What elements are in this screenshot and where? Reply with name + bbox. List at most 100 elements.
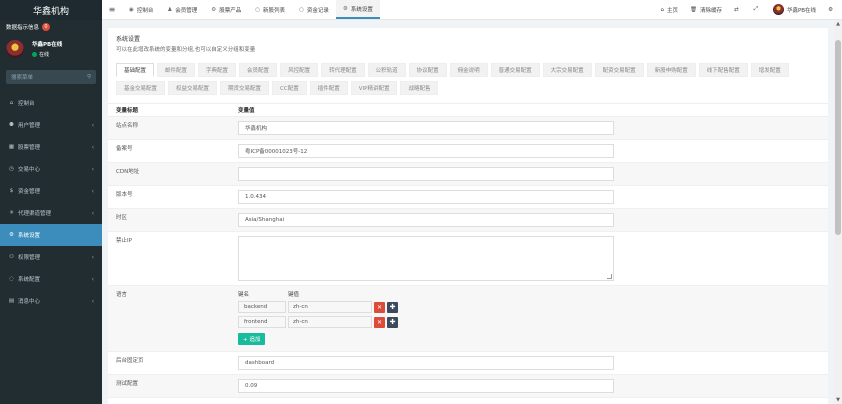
home-link[interactable]: ⌂ 主页	[654, 0, 684, 19]
tab-member[interactable]: 会员配置	[239, 63, 278, 77]
timezone-input[interactable]: Asia/Shanghai	[238, 213, 614, 227]
drag-handle-button[interactable]: ✚	[387, 301, 398, 313]
sidebar-item-agents[interactable]: ✳ 代理渠道管理 ‹	[0, 202, 102, 224]
sidebar-item-system-config[interactable]: ◌ 系统配置 ‹	[0, 268, 102, 290]
tab-risk[interactable]: 风控配置	[280, 63, 319, 77]
tab-equity[interactable]: 权益交易配置	[168, 81, 218, 95]
tab-offline[interactable]: 线下配售配置	[698, 63, 748, 77]
remove-row-button[interactable]: ✕	[374, 316, 385, 328]
user-icon: ♟	[167, 6, 173, 13]
tab-vip[interactable]: VIP精讲配置	[350, 81, 398, 95]
kv-row: frontend zh-cn ✕ ✚	[238, 316, 828, 328]
user-panel: 华鑫PB在线 在线	[0, 34, 102, 64]
table-row: CDN地址	[108, 163, 828, 186]
circle-icon: ○	[255, 6, 261, 13]
dashboard-icon: ⌂	[9, 100, 14, 106]
sidebar-item-permissions[interactable]: ⚇ 权限管理 ‹	[0, 246, 102, 268]
tab-email[interactable]: 邮件配置	[157, 63, 196, 77]
forbidden-ip-textarea[interactable]	[238, 236, 614, 281]
sidebar-item-funds[interactable]: $ 资金管理 ‹	[0, 180, 102, 202]
sidebar-item-users[interactable]: ⚉ 用户管理 ‹	[0, 114, 102, 136]
tab-ipo[interactable]: 新股申购配置	[646, 63, 696, 77]
beian-input[interactable]: 粤ICP备00001023号-12	[238, 144, 614, 158]
translate-button[interactable]: ⇄	[728, 0, 748, 19]
tab-commission[interactable]: 佣金说明	[449, 63, 488, 77]
fullscreen-button[interactable]: ⤢	[748, 0, 767, 19]
clear-cache-button[interactable]: 🗑 清除缓存	[684, 0, 728, 19]
sidebar-search-input[interactable]: 搜索菜单 ⚲	[6, 70, 96, 84]
kv-row: backend zh-cn ✕ ✚	[238, 301, 828, 313]
tab-dictionary[interactable]: 字典配置	[198, 63, 237, 77]
version-input[interactable]: 1.0.434	[238, 190, 614, 204]
admin-home-input[interactable]: dashboard	[238, 356, 614, 370]
clock-icon: ◷	[9, 166, 14, 172]
tab-plugin[interactable]: 插件配置	[309, 81, 348, 95]
expand-icon: ⤢	[753, 6, 758, 12]
tab-futures[interactable]: 期货交易配置	[220, 81, 270, 95]
tab-track[interactable]: 公积轨道	[367, 63, 406, 77]
page-scrollbar[interactable]: ▲ ▼	[834, 20, 842, 404]
circle-icon: ◌	[9, 276, 14, 282]
settings-button[interactable]: ⚙	[822, 0, 842, 19]
tab-margin-trade[interactable]: 配资交易配置	[594, 63, 644, 77]
menu-toggle-icon[interactable]: ≡	[102, 5, 122, 14]
tab-agent[interactable]: 转代理配置	[321, 63, 365, 77]
tab-dashboard[interactable]: ◉ 控制台	[122, 0, 160, 19]
scrollbar-thumb[interactable]	[835, 40, 841, 235]
chevron-left-icon: ‹	[91, 187, 94, 195]
tab-strategic[interactable]: 战略配售	[400, 81, 439, 95]
sidebar-item-messages[interactable]: ▤ 消息中心 ‹	[0, 290, 102, 312]
tab-members[interactable]: ♟ 会员管理	[160, 0, 204, 19]
tab-additional[interactable]: 增发配置	[750, 63, 789, 77]
tab-fund-records[interactable]: ○ 资金记录	[292, 0, 336, 19]
tab-stock-products[interactable]: ⚙ 股票产品	[204, 0, 248, 19]
tab-fund[interactable]: 基金交易配置	[116, 81, 166, 95]
kv-value-input[interactable]: zh-cn	[288, 301, 372, 313]
tab-ipo-list[interactable]: ○ 新股列表	[248, 0, 292, 19]
tab-agreement[interactable]: 协议配置	[408, 63, 447, 77]
tab-basic[interactable]: 基础配置	[116, 63, 155, 77]
avatar	[772, 4, 784, 15]
sidebar-item-settings[interactable]: ⚙ 系统设置	[0, 224, 102, 246]
search-placeholder: 搜索菜单	[11, 75, 34, 81]
scroll-down-icon[interactable]: ▼	[834, 396, 842, 404]
scroll-up-icon[interactable]: ▲	[834, 20, 842, 28]
user-name: 华鑫PB在线	[32, 42, 63, 48]
kv-header: 键名 键值	[238, 290, 828, 298]
swap-icon: ⇄	[733, 6, 739, 13]
table-row: 后台固定页 dashboard	[108, 352, 828, 375]
kv-key-input[interactable]: frontend	[238, 316, 286, 328]
row-label: 后台固定页	[116, 358, 144, 364]
asterisk-icon: ✳	[9, 210, 14, 216]
kv-key-head: 键名	[238, 292, 250, 298]
kv-value-input[interactable]: zh-cn	[288, 316, 372, 328]
row-label: 站点名称	[116, 123, 139, 129]
sidebar-item-trade[interactable]: ◷ 交易中心 ‹	[0, 158, 102, 180]
table-header: 变量标题 变量值	[108, 103, 828, 117]
test-config-input[interactable]: 0.09	[238, 379, 614, 393]
tab-cc[interactable]: CC配置	[272, 81, 307, 95]
append-button[interactable]: + 追加	[238, 333, 266, 345]
tab-block-trade[interactable]: 大宗交易配置	[542, 63, 592, 77]
grid-icon: ▦	[8, 144, 15, 150]
cdn-input[interactable]	[238, 167, 614, 181]
user-menu[interactable]: 华鑫PB在线	[767, 0, 822, 19]
remove-row-button[interactable]: ✕	[374, 301, 385, 313]
kv-key-input[interactable]: backend	[238, 301, 286, 313]
site-name-input[interactable]: 华鑫机构	[238, 121, 614, 135]
sidebar-item-dashboard[interactable]: ⌂ 控制台	[0, 92, 102, 114]
move-icon: ✚	[389, 303, 396, 311]
drag-handle-button[interactable]: ✚	[387, 316, 398, 328]
notice-bar[interactable]: 数据指示信息 0	[0, 20, 102, 34]
tab-normal-trade[interactable]: 普通交易配置	[490, 63, 540, 77]
main-content: 系统设置 可以在此增改系统的变量和分组,也可以自定义分组和变量 基础配置 邮件配…	[102, 20, 834, 404]
gear-icon: ⚙	[9, 232, 14, 238]
row-label: 版本号	[116, 192, 133, 198]
row-label: 语言	[116, 292, 128, 298]
search-icon[interactable]: ⚲	[87, 74, 91, 80]
chevron-left-icon: ‹	[91, 275, 94, 283]
sidebar-item-stocks[interactable]: ▦ 股票管理 ‹	[0, 136, 102, 158]
brand-logo[interactable]: 华鑫机构	[0, 0, 102, 20]
tab-system-settings[interactable]: ⚙ 系统设置	[335, 0, 380, 19]
chevron-left-icon: ‹	[91, 209, 94, 217]
